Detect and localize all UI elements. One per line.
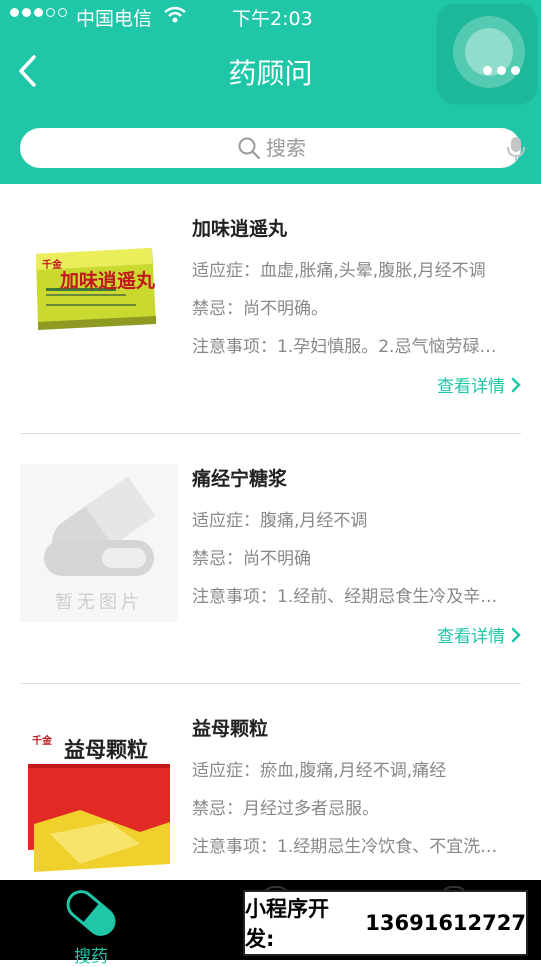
search-icon [237, 136, 261, 164]
drug-notes: 注意事项：1.经期忌生冷饮食、不宜洗… [192, 837, 498, 857]
promo-phone: 13691612727 [365, 911, 526, 935]
drug-indication: 适应症：腹痛,月经不调 [192, 511, 368, 531]
signal-icon [10, 8, 67, 17]
promo-banner: 小程序开发: 13691612727 [243, 890, 528, 956]
search-input[interactable] [266, 128, 446, 168]
view-details-label: 查看详情 [437, 377, 505, 397]
box-brand: 千金 [32, 736, 52, 747]
status-time: 下午2:03 [232, 8, 313, 30]
microphone-icon[interactable] [506, 136, 526, 166]
drug-image: 千金 加味逍遥丸 [20, 214, 178, 372]
header-bar: 中国电信 下午2:03 药顾问 [0, 0, 541, 184]
drug-indication: 适应症：瘀血,腹痛,月经不调,痛经 [192, 761, 447, 781]
tab-search-drug[interactable]: 搜药 [60, 886, 122, 967]
drug-name: 益母颗粒 [192, 718, 269, 740]
drug-contraindication: 禁忌：尚不明确。 [192, 299, 328, 319]
assistive-touch-button[interactable] [437, 4, 537, 104]
box-title: 加味逍遥丸 [60, 270, 156, 292]
more-dots-icon [483, 66, 520, 75]
drug-item[interactable]: 暂无图片 痛经宁糖浆 适应症：腹痛,月经不调 禁忌：尚不明确 注意事项：1.经前… [20, 434, 521, 664]
search-bar[interactable] [20, 128, 525, 168]
view-details-link[interactable]: 查看详情 [437, 372, 521, 397]
drug-contraindication: 禁忌：月经过多者忌服。 [192, 799, 379, 819]
drug-indication: 适应症：血虚,胀痛,头晕,腹胀,月经不调 [192, 261, 486, 281]
promo-label: 小程序开发: [245, 897, 329, 951]
wifi-icon [164, 6, 186, 29]
carrier-name: 中国电信 [76, 8, 153, 30]
drug-name: 加味逍遥丸 [192, 218, 288, 240]
box-brand: 千金 [42, 260, 62, 271]
capsule-icon [66, 890, 116, 936]
chevron-right-icon [511, 627, 521, 642]
view-details-link[interactable]: 查看详情 [437, 622, 521, 647]
drug-notes: 注意事项：1.孕妇慎服。2.忌气恼劳碌… [192, 337, 497, 357]
drug-item[interactable]: 千金 加味逍遥丸 加味逍遥丸 适应症：血虚,胀痛,头晕,腹胀,月经不调 禁忌：尚… [20, 184, 521, 414]
box-title: 益母颗粒 [64, 738, 148, 762]
tab-search-label: 搜药 [74, 947, 108, 967]
drug-image-placeholder: 暂无图片 [20, 464, 178, 622]
drug-notes: 注意事项：1.经前、经期忌食生冷及辛… [192, 587, 498, 607]
chevron-right-icon [511, 377, 521, 392]
drug-image: 千金 益母颗粒 [20, 714, 178, 872]
drug-contraindication: 禁忌：尚不明确 [192, 549, 311, 569]
no-image-text: 暂无图片 [55, 592, 143, 613]
view-details-label: 查看详情 [437, 627, 505, 647]
drug-name: 痛经宁糖浆 [192, 468, 288, 490]
